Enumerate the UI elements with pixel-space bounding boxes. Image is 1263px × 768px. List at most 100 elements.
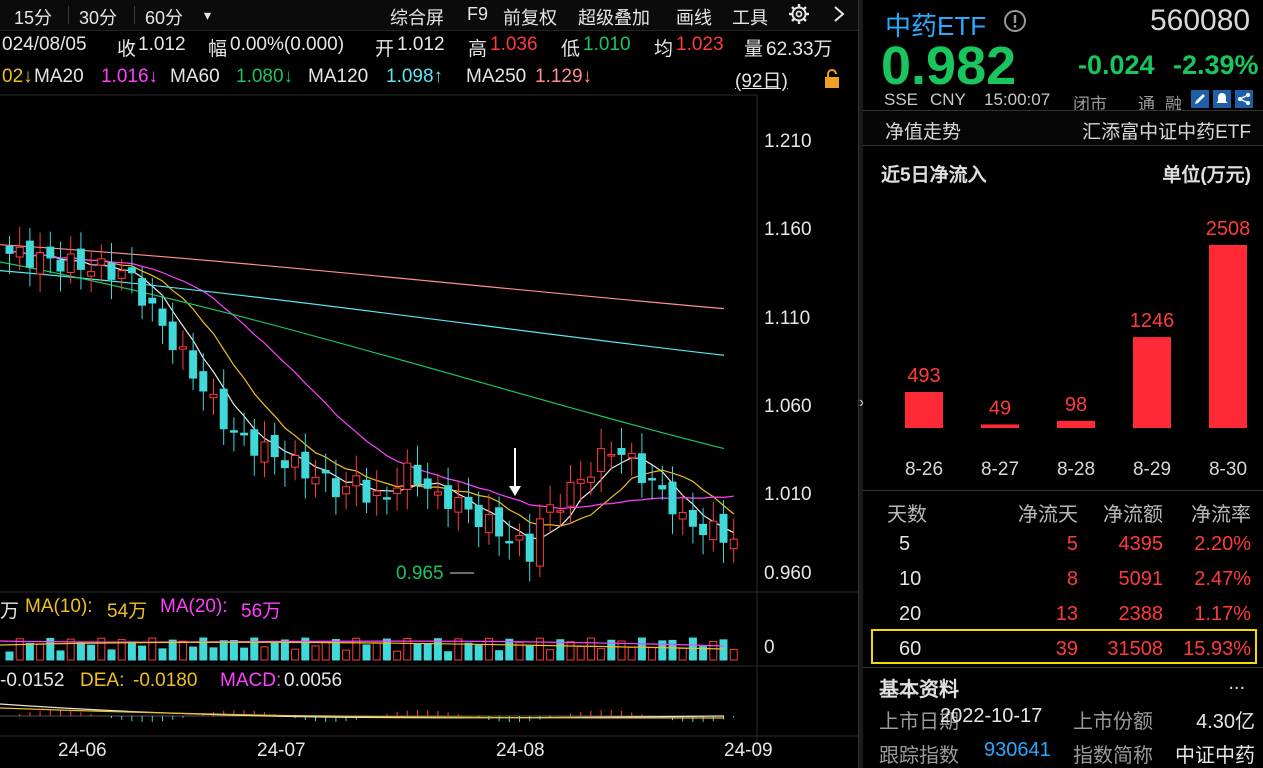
candle-body (127, 267, 136, 274)
candle-body (36, 252, 45, 275)
candle-body (474, 504, 483, 528)
candle-body (291, 454, 300, 468)
flow-table-cell: 10 (899, 568, 922, 590)
candle-body (586, 476, 595, 483)
candle-body (5, 245, 14, 254)
candle-body (362, 479, 371, 503)
net-flow-bar (905, 392, 943, 428)
quote-time: 15:00:07 (984, 90, 1051, 109)
candle-body (25, 240, 34, 268)
candle-body (352, 475, 361, 487)
moving-average-line (0, 261, 725, 450)
net-flow-value-label: 49 (989, 397, 1011, 419)
volume-bar (36, 643, 45, 661)
volume-bar (56, 650, 65, 661)
volume-bar (87, 644, 96, 661)
volume-bar (637, 637, 646, 661)
macd-legend: -0.0152 DEA: -0.0180 MACD: 0.0056 (0, 668, 858, 694)
exchange-code: SSE (884, 90, 919, 109)
volume-bar (719, 639, 728, 661)
candle-body (240, 432, 249, 436)
listed-shares-label: 上市份额 (1073, 711, 1153, 733)
candle-body (158, 308, 167, 326)
candle-body (301, 451, 310, 479)
tracking-index-code[interactable]: 930641 (984, 739, 1051, 762)
net-flow-date-label: 8-29 (1133, 459, 1171, 480)
flow-table-header-cell: 净流额 (1103, 504, 1163, 526)
candle-body (280, 460, 289, 469)
moving-average-line (9, 249, 734, 540)
basic-info-more-button[interactable]: ... (1228, 672, 1245, 695)
kline-chart[interactable] (0, 0, 858, 768)
candle-body (87, 271, 96, 277)
quote-panel: 中药ETF 560080 0.982 -0.024 -2.39% SSE CNY… (863, 0, 1263, 768)
volume-bar (586, 637, 595, 661)
date-tick-1: 24-06 (58, 740, 107, 761)
flow-table-header-cell: 天数 (887, 504, 927, 526)
candle-body (382, 497, 391, 500)
candle-body (566, 481, 575, 507)
index-short-label: 指数简称 (1073, 745, 1153, 767)
volume-bar (168, 639, 177, 661)
price-tick-5: 1.010 (764, 484, 812, 505)
volume-bar (270, 640, 279, 661)
info-circle-icon[interactable] (1003, 9, 1027, 38)
candle-body (331, 478, 340, 498)
volume-bar (423, 643, 432, 661)
net-flow-date-label: 8-26 (905, 459, 943, 480)
volume-bar (709, 641, 718, 661)
security-code: 560080 (1150, 4, 1251, 37)
candle-body (66, 253, 75, 273)
candle-body (372, 490, 381, 497)
macd-dea-label: DEA: (80, 670, 125, 691)
price-tick-2: 1.160 (764, 219, 812, 240)
candle-body (168, 321, 177, 351)
candle-body (342, 486, 351, 495)
flow-table-cell: 4395 (1118, 533, 1164, 555)
price-tick-6: 0.960 (764, 563, 812, 584)
candle-body (178, 346, 187, 350)
candle-body (699, 523, 708, 536)
flow-table-cell: 5 (899, 533, 911, 555)
nav-section-header[interactable]: 净值走势 汇添富中证中药ETF (863, 110, 1263, 146)
volume-bar (444, 651, 453, 661)
net-flow-bar (1057, 420, 1095, 428)
candle-body (423, 478, 432, 489)
net-flow-bar-chart: 493 8-26 49 8-27 98 8-28 1246 8-29 2508 8-30 (905, 218, 1250, 480)
candle-body (97, 258, 106, 266)
volume-bar (362, 644, 371, 661)
volume-legend: 万 MA(10): 54万 MA(20): 56万 (0, 594, 858, 622)
candle-body (117, 270, 126, 279)
index-short-value: 中证中药 (1175, 745, 1255, 767)
candle-body (250, 429, 259, 456)
volume-bar (403, 638, 412, 661)
volume-unit: 万 (0, 601, 20, 622)
volume-bar (372, 642, 381, 661)
vol-ma20-label: MA(20): (160, 596, 228, 617)
flow-table-row: 5 5 4395 2.20% (863, 529, 1263, 563)
net-flow-date-label: 8-28 (1057, 459, 1095, 480)
volume-bar (678, 647, 687, 661)
moving-average-line (9, 249, 734, 510)
flow-table-cell: 8 (1066, 568, 1078, 590)
candle-body (393, 487, 402, 495)
net-flow-date-label: 8-30 (1209, 459, 1247, 480)
price-tick-4: 1.060 (764, 396, 812, 417)
volume-bar (178, 640, 187, 661)
candle-body (709, 520, 718, 541)
candle-body (464, 496, 473, 510)
candle-body (270, 434, 279, 458)
chart-area[interactable]: 15分 30分 60分 ▾ 综合屏 F9 前复权 超级叠加 画线 工具 024/… (0, 0, 858, 768)
candle-body (515, 535, 524, 541)
candle-body (648, 478, 657, 481)
candle-body (678, 511, 687, 520)
candle-body (229, 430, 238, 433)
volume-bar (648, 647, 657, 661)
volume-bar (240, 647, 249, 661)
volume-bar (5, 651, 14, 661)
nav-trend-title[interactable]: 净值走势 (885, 117, 961, 144)
volume-bar (382, 638, 391, 661)
min-price-marker: 0.965 (396, 563, 444, 584)
volume-bar (260, 646, 269, 661)
volume-bar (127, 641, 136, 661)
